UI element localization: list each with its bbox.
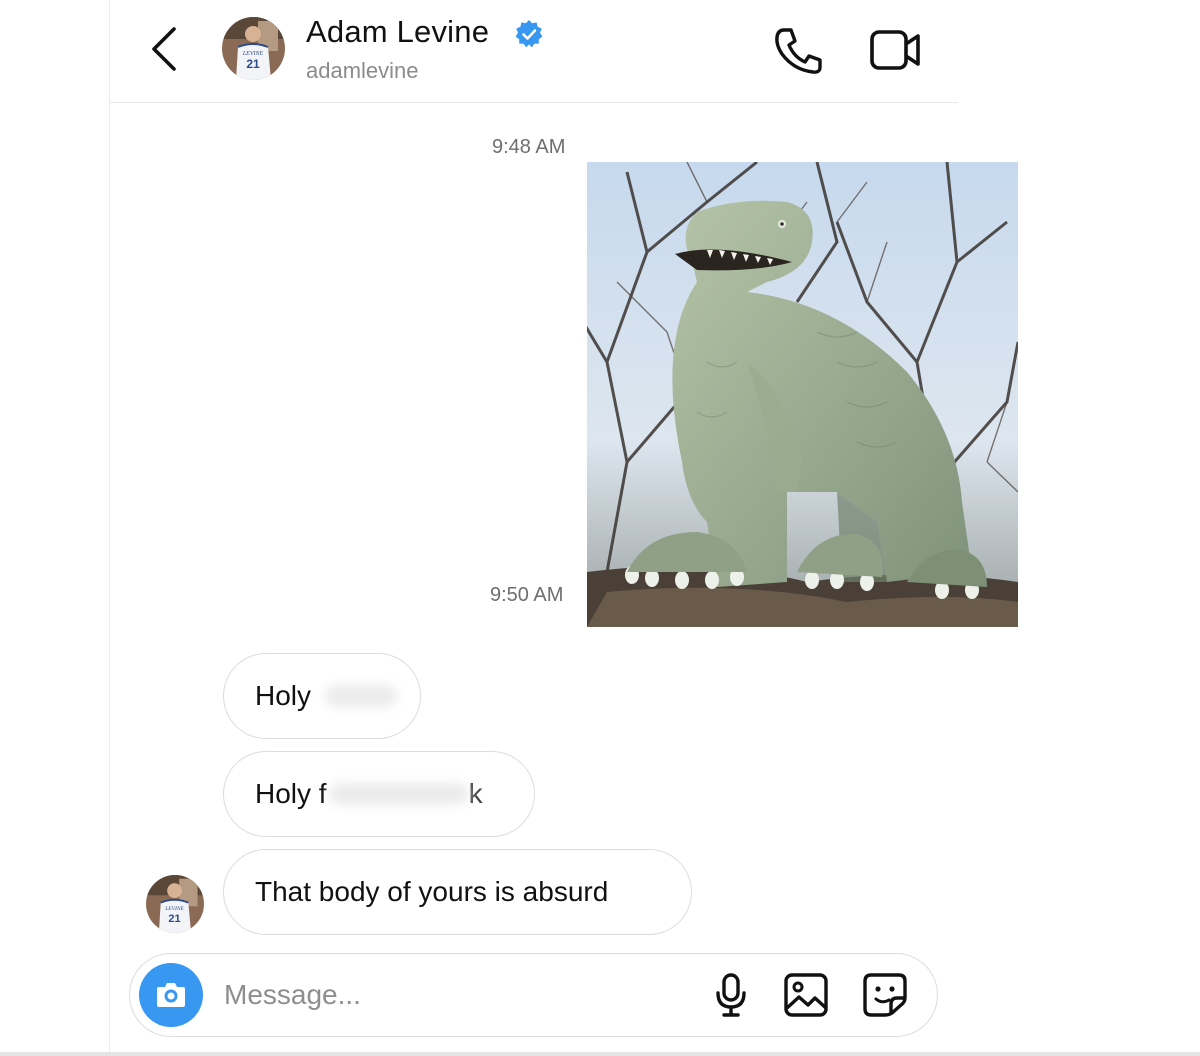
camera-icon — [157, 983, 185, 1007]
header-avatar[interactable]: LEVINE 21 — [222, 17, 285, 80]
avatar-jersey-number: 21 — [168, 913, 180, 925]
phone-icon — [775, 28, 822, 74]
message-text: That body of yours is absurd — [255, 876, 609, 907]
bottom-edge — [0, 1052, 1200, 1056]
avatar-jersey-number: 21 — [246, 57, 260, 71]
voice-message-button[interactable] — [713, 972, 749, 1018]
verified-badge-icon — [515, 20, 543, 48]
message-composer — [129, 953, 938, 1037]
censored-text — [328, 782, 469, 805]
back-chevron-icon — [152, 27, 176, 71]
received-message-bubble[interactable]: Holy f k — [223, 751, 535, 837]
video-call-button[interactable] — [866, 27, 924, 73]
gallery-button[interactable] — [782, 972, 830, 1018]
message-text: Holy f — [255, 778, 327, 809]
back-button[interactable] — [146, 26, 186, 72]
audio-call-button[interactable] — [772, 26, 824, 76]
message-input[interactable] — [224, 968, 684, 1022]
sticker-button[interactable] — [861, 972, 909, 1018]
censored-text — [324, 684, 397, 707]
sender-avatar[interactable]: LEVINE 21 — [146, 875, 204, 933]
direct-message-screen: LEVINE 21 Adam Levine adamlevine 9:48 AM — [0, 0, 1200, 1056]
header-divider — [110, 102, 958, 103]
panel-border — [109, 0, 110, 1056]
contact-name[interactable]: Adam Levine — [306, 14, 489, 50]
message-timestamp: 9:48 AM — [492, 136, 566, 158]
video-camera-icon — [870, 30, 920, 70]
message-text-tail: k — [468, 778, 483, 809]
avatar-jersey-text: LEVINE — [164, 906, 184, 912]
message-text: Holy — [255, 680, 312, 711]
message-timestamp: 9:50 AM — [490, 584, 564, 606]
sticker-icon — [863, 973, 907, 1017]
microphone-icon — [716, 973, 746, 1017]
contact-username: adamlevine — [306, 58, 419, 83]
sent-photo-message[interactable] — [587, 162, 1018, 627]
received-message-bubble[interactable]: Holy — [223, 653, 421, 739]
gallery-icon — [784, 973, 828, 1017]
camera-button[interactable] — [139, 963, 203, 1027]
received-message-bubble[interactable]: That body of yours is absurd — [223, 849, 692, 935]
